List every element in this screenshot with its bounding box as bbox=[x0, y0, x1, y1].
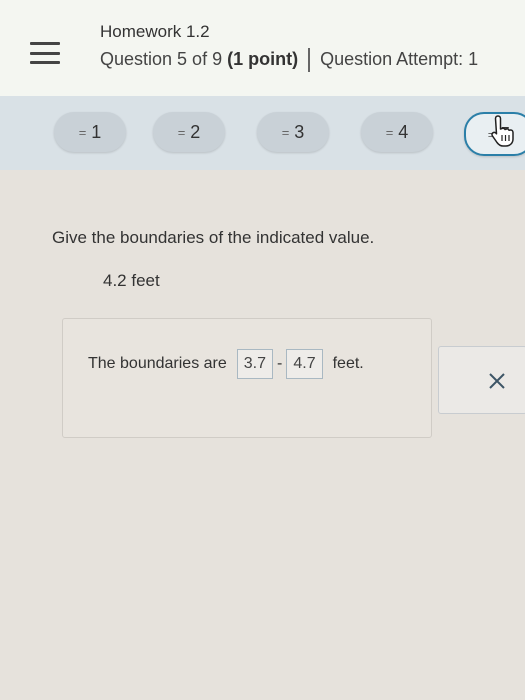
assignment-header: Homework 1.2 Question 5 of 9 (1 point) Qu… bbox=[0, 0, 525, 97]
homework-title: Homework 1.2 bbox=[100, 22, 210, 41]
question-button-label: 4 bbox=[398, 121, 409, 142]
question-prompt: Give the boundaries of the indicated val… bbox=[52, 228, 375, 247]
indicated-value: 4.2 feet bbox=[103, 271, 160, 290]
question-button-1[interactable]: = 1 bbox=[54, 112, 126, 152]
question-button-2[interactable]: = 2 bbox=[153, 112, 225, 152]
header-divider bbox=[308, 48, 311, 72]
question-info: Question 5 of 9 (1 point) Question Attemp… bbox=[100, 48, 478, 72]
question-button-3[interactable]: = 3 bbox=[257, 112, 329, 152]
lower-boundary-input[interactable]: 3.7 bbox=[236, 349, 274, 379]
list-icon: = bbox=[281, 124, 290, 140]
list-icon: = bbox=[177, 124, 186, 140]
question-counter: Question 5 of 9 bbox=[100, 48, 228, 69]
question-attempt: Question Attempt: 1 bbox=[320, 48, 479, 69]
question-button-4[interactable]: = 4 bbox=[361, 112, 433, 152]
question-navigation: =1 =2 =3 =4 =5 bbox=[0, 96, 525, 170]
feedback-panel bbox=[438, 346, 525, 414]
list-icon: = bbox=[385, 124, 394, 140]
hamburger-bar bbox=[30, 51, 60, 55]
close-icon[interactable] bbox=[488, 372, 506, 390]
question-button-label: 2 bbox=[190, 121, 201, 142]
upper-boundary-input[interactable]: 4.7 bbox=[286, 349, 323, 379]
boundary-separator: - bbox=[277, 355, 283, 372]
answer-suffix: feet. bbox=[332, 355, 364, 372]
question-button-label: 3 bbox=[294, 121, 305, 142]
list-icon: = bbox=[78, 124, 87, 140]
question-button-label: 1 bbox=[91, 121, 102, 142]
hand-pointer-icon bbox=[491, 115, 514, 147]
hamburger-bar bbox=[30, 61, 60, 64]
question-points: (1 point) bbox=[227, 48, 299, 69]
hamburger-menu-icon[interactable] bbox=[30, 42, 60, 64]
hamburger-bar bbox=[30, 42, 60, 45]
answer-statement: The boundaries are 3.7 - 4.7 feet. bbox=[88, 348, 364, 380]
answer-prefix: The boundaries are bbox=[88, 355, 227, 372]
